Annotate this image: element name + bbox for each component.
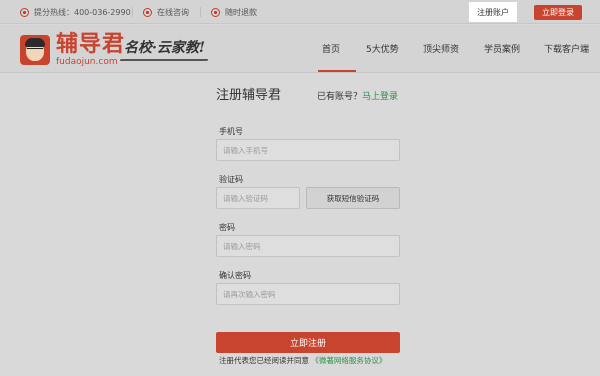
confirm-password-label: 确认密码 (219, 271, 251, 280)
agreement-link[interactable]: 《微著网络服务协议》 (311, 356, 386, 365)
password-label: 密码 (219, 223, 235, 232)
hotline-label: 提分热线：400-036-2990 (34, 7, 131, 17)
brand-slogan: 名校·云家教! (124, 40, 206, 56)
consult-label: 在线咨询 (157, 7, 189, 17)
chat-icon (143, 7, 152, 17)
phone-label: 手机号 (219, 127, 243, 136)
brand-name[interactable]: 辅导君 (56, 33, 125, 57)
logo-hair (25, 38, 45, 47)
refund-info: 随时退款 (211, 0, 257, 24)
nav-teachers[interactable]: 顶尖师资 (423, 45, 459, 56)
form-title: 注册辅导君 (216, 88, 282, 103)
refund-label: 随时退款 (225, 7, 257, 17)
nav-home[interactable]: 首页 (322, 45, 340, 56)
site-header: 辅导君 fudaojun.com 名校·云家教! 首页 5大优势 顶尖师资 学员… (0, 25, 600, 73)
agreement-text: 注册代表您已经阅读并同意 《微著网络服务协议》 (219, 356, 386, 366)
agreement-prefix: 注册代表您已经阅读并同意 (219, 356, 309, 365)
logo-glasses (27, 48, 43, 52)
have-account-label: 已有账号？ (317, 92, 363, 102)
register-account-button[interactable]: 注册账户 (469, 2, 517, 22)
password-input[interactable]: 请输入密码 (216, 235, 400, 257)
get-sms-code-button[interactable]: 获取短信验证码 (306, 187, 400, 209)
login-now-button[interactable]: 立即登录 (534, 5, 582, 20)
online-consult-link[interactable]: 在线咨询 (143, 0, 189, 24)
code-label: 验证码 (219, 175, 243, 184)
code-input[interactable]: 请输入验证码 (216, 187, 300, 209)
top-utility-bar: 提分热线：400-036-2990 在线咨询 随时退款 注册账户 立即登录 (0, 0, 600, 24)
confirm-password-input[interactable]: 请再次输入密码 (216, 283, 400, 305)
phone-icon (20, 7, 29, 17)
login-link[interactable]: 马上登录 (362, 92, 398, 102)
phone-input[interactable]: 请输入手机号 (216, 139, 400, 161)
hotline: 提分热线：400-036-2990 (20, 0, 131, 24)
nav-download-client[interactable]: 下载客户端 (544, 45, 589, 56)
register-submit-button[interactable]: 立即注册 (216, 332, 400, 353)
divider (200, 7, 201, 17)
brand-domain: fudaojun.com (56, 57, 118, 67)
logo-avatar-icon[interactable] (20, 35, 50, 65)
slogan-underline (119, 59, 209, 61)
have-account-text: 已有账号？马上登录 (317, 92, 398, 103)
nav-cases[interactable]: 学员案例 (484, 45, 520, 56)
nav-advantages[interactable]: 5大优势 (366, 45, 399, 56)
refund-icon (211, 7, 220, 17)
divider (132, 7, 133, 17)
nav-active-indicator (318, 70, 356, 72)
